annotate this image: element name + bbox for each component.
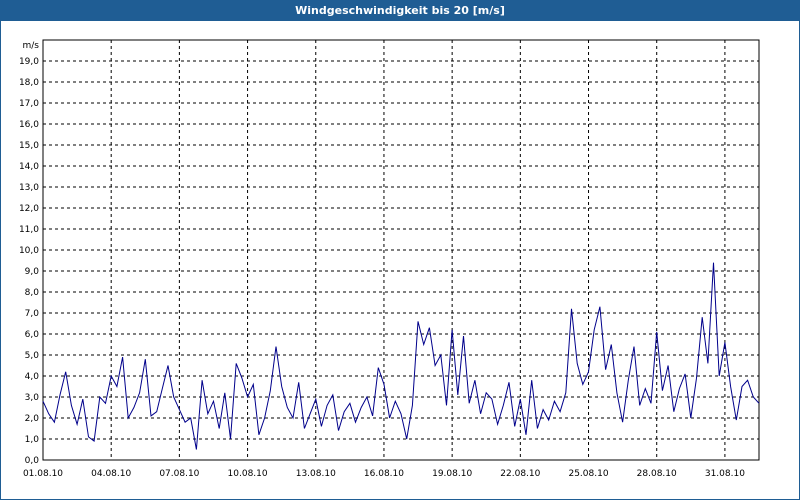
y-tick-label: 16,0	[19, 120, 39, 130]
y-tick-label: 6,0	[25, 330, 40, 340]
y-tick-label: 13,0	[19, 183, 39, 193]
x-tick-label: 13.08.10	[296, 469, 336, 479]
x-tick-label: 19.08.10	[432, 469, 472, 479]
y-tick-label: 10,0	[19, 246, 39, 256]
y-tick-label: 8,0	[25, 288, 40, 298]
chart-window: Windgeschwindigkeit bis 20 [m/s] 0,0 1,0 2…	[0, 0, 800, 500]
y-tick-label: 19,0	[19, 57, 39, 67]
y-tick-label: 18,0	[19, 78, 39, 88]
y-tick-label: 2,0	[25, 414, 40, 424]
x-axis-tick-labels: 01.08.10 04.08.10 07.08.10 10.08.10 13.08.10…	[23, 469, 745, 479]
y-tick-label: 5,0	[25, 351, 40, 361]
x-tick-label: 22.08.10	[500, 469, 540, 479]
x-tick-label: 25.08.10	[568, 469, 608, 479]
y-tick-label: 7,0	[25, 309, 40, 319]
y-tick-label: 12,0	[19, 204, 39, 214]
y-tick-label: 14,0	[19, 162, 39, 172]
y-tick-label: 15,0	[19, 141, 39, 151]
x-tick-label: 28.08.10	[637, 469, 677, 479]
y-tick-label: 9,0	[25, 267, 40, 277]
y-tick-label: 17,0	[19, 99, 39, 109]
x-tick-label: 16.08.10	[364, 469, 404, 479]
x-tick-label: 10.08.10	[228, 469, 268, 479]
wind-speed-chart: 0,0 1,0 2,0 3,0 4,0 5,0 6,0 7,0 8,0 9,0 10,0 11,0 12…	[19, 39, 760, 479]
y-tick-label: 3,0	[25, 393, 40, 403]
x-tick-label: 31.08.10	[705, 469, 745, 479]
y-axis-tick-labels: 0,0 1,0 2,0 3,0 4,0 5,0 6,0 7,0 8,0 9,0 10,0 11,0 12…	[19, 57, 39, 466]
y-axis-unit-label: m/s	[23, 41, 40, 51]
x-tick-label: 04.08.10	[91, 469, 131, 479]
x-tick-label: 01.08.10	[23, 469, 63, 479]
y-tick-label: 0,0	[25, 456, 40, 466]
x-tick-label: 07.08.10	[159, 469, 199, 479]
y-tick-label: 1,0	[25, 435, 40, 445]
y-tick-label: 4,0	[25, 372, 40, 382]
y-tick-label: 11,0	[19, 225, 39, 235]
